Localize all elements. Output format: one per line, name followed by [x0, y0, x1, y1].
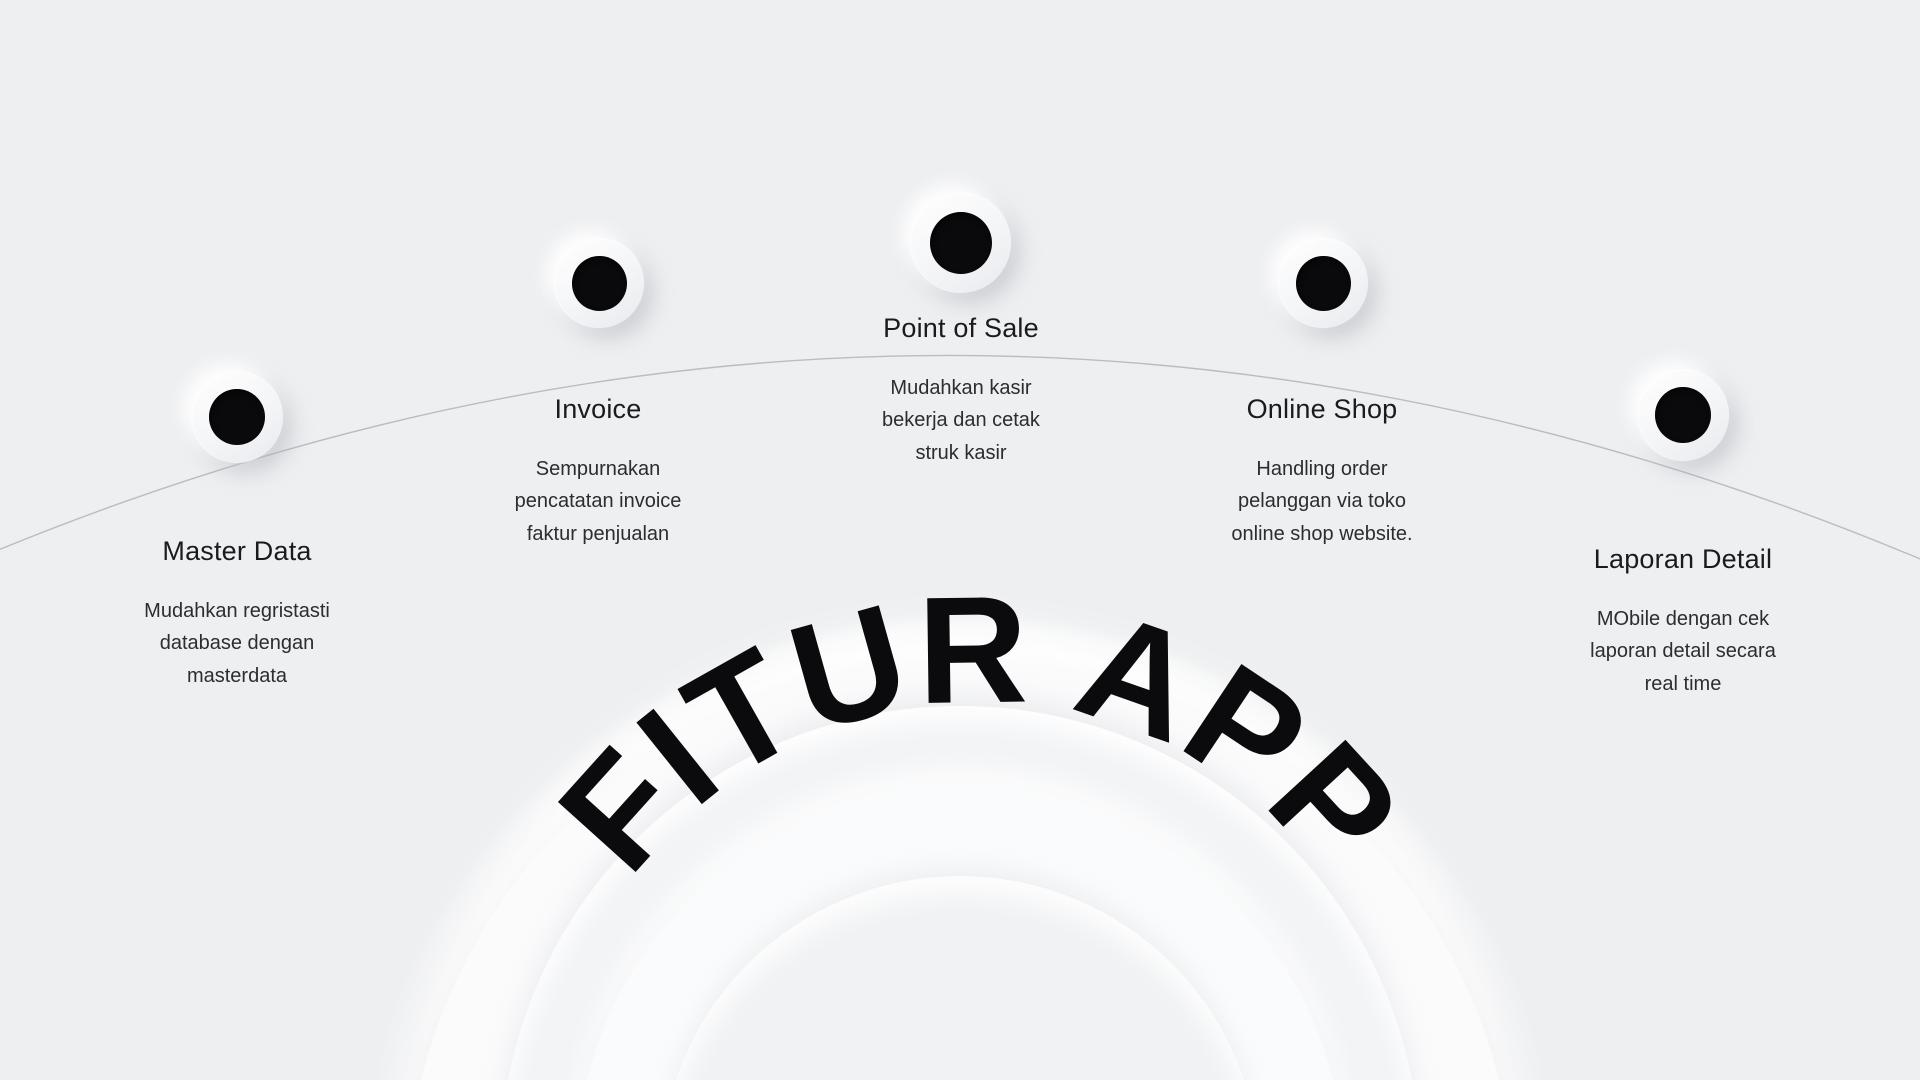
feature-description: Handling order pelanggan via toko online… — [1142, 453, 1502, 550]
feature-title: Master Data — [162, 536, 312, 566]
dome-ring-outer — [404, 660, 1516, 1080]
dome-glow — [360, 620, 1560, 1080]
feature-title: Point of Sale — [883, 313, 1039, 343]
feature-description-line: MObile dengan cek — [1596, 608, 1770, 630]
feature-description-line: real time — [1644, 672, 1722, 695]
dome-ring-inner — [660, 876, 1260, 1080]
node-point-of-sale[interactable] — [910, 192, 1011, 293]
feature-title: Laporan Detail — [1593, 544, 1773, 574]
node-invoice[interactable] — [554, 238, 644, 328]
node-core-icon — [929, 211, 992, 274]
feature-description: MObile dengan cek laporan detail secara … — [1503, 603, 1863, 700]
curved-brand-title: FITUR APP — [527, 565, 1432, 902]
feature-block-online-shop: Online Shop Handling order pelanggan via… — [1142, 394, 1502, 550]
feature-description-line: Mudahkan kasir — [890, 377, 1032, 399]
feature-title: Invoice — [554, 394, 642, 424]
feature-block-invoice: Invoice Sempurnakan pencatatan invoice f… — [418, 394, 778, 550]
feature-description-line: struk kasir — [915, 441, 1007, 464]
feature-description: Mudahkan kasir bekerja dan cetak struk k… — [781, 372, 1141, 469]
feature-block-master-data: Master Data Mudahkan regristasti databas… — [57, 536, 417, 692]
node-core-icon — [1655, 387, 1711, 443]
curved-brand-title-text: FITUR APP — [527, 565, 1430, 902]
feature-description-line: online shop website. — [1231, 522, 1413, 545]
feature-description-line: masterdata — [186, 664, 288, 687]
dome-ring-third — [576, 788, 1344, 1080]
feature-block-laporan-detail: Laporan Detail MObile dengan cek laporan… — [1503, 544, 1863, 700]
feature-title: Online Shop — [1246, 394, 1398, 424]
feature-description-line: Handling order — [1256, 458, 1388, 480]
feature-description-line: bekerja dan cetak — [882, 409, 1040, 432]
node-core-icon — [209, 389, 265, 445]
fitur-app-infographic: FITUR APP Master Data Mudahkan regristas… — [0, 0, 1920, 1080]
node-core-icon — [1295, 255, 1351, 311]
node-laporan-detail[interactable] — [1637, 369, 1729, 461]
feature-description: Mudahkan regristasti database dengan mas… — [57, 595, 417, 692]
feature-block-point-of-sale: Point of Sale Mudahkan kasir bekerja dan… — [781, 313, 1141, 469]
feature-description-line: laporan detail secara — [1590, 640, 1776, 663]
feature-description-line: database dengan — [159, 632, 315, 655]
feature-description-line: pencatatan invoice — [514, 490, 682, 513]
node-master-data[interactable] — [191, 371, 283, 463]
feature-description-line: pelanggan via toko — [1238, 490, 1406, 513]
node-online-shop[interactable] — [1278, 238, 1368, 328]
feature-description-line: faktur penjualan — [526, 522, 670, 545]
node-core-icon — [571, 255, 627, 311]
feature-description-line: Mudahkan regristasti — [144, 600, 330, 622]
feature-description-line: Sempurnakan — [535, 458, 661, 480]
dome-ring-second — [500, 706, 1420, 1080]
feature-description: Sempurnakan pencatatan invoice faktur pe… — [418, 453, 778, 550]
